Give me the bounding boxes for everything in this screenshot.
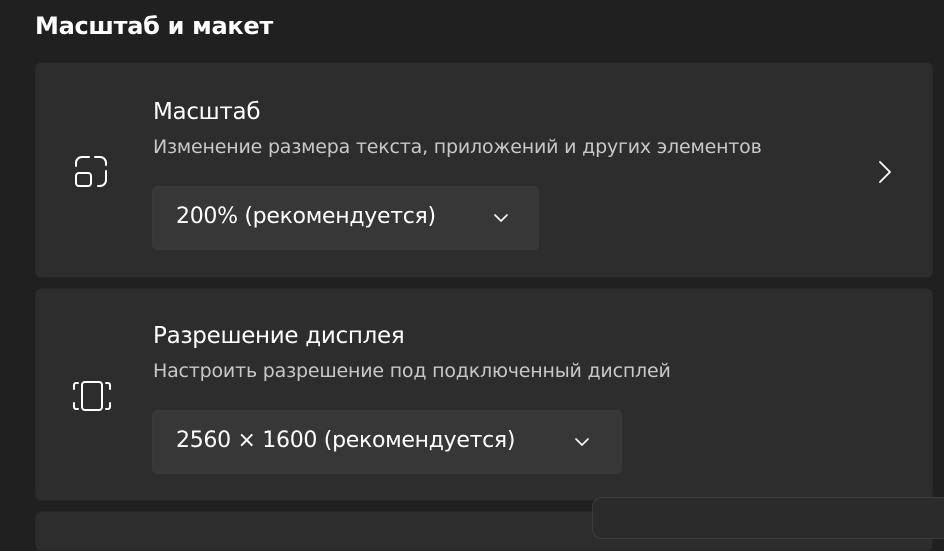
chevron-down-icon — [492, 209, 510, 227]
resolution-dropdown[interactable]: 2560 × 1600 (рекомендуется) — [152, 410, 622, 474]
section-title: Масштаб и макет — [35, 12, 273, 40]
scale-dropdown[interactable]: 200% (рекомендуется) — [152, 186, 539, 250]
display-resolution-card: Разрешение дисплея Настроить разрешение … — [35, 288, 933, 501]
resolution-dropdown-value: 2560 × 1600 (рекомендуется) — [176, 428, 516, 453]
scale-setting-card[interactable]: Масштаб Изменение размера текста, прилож… — [35, 62, 933, 278]
chevron-down-icon — [573, 433, 591, 451]
scale-icon — [72, 152, 112, 192]
resolution-description: Настроить разрешение под подключенный ди… — [153, 360, 671, 382]
flyout-panel — [592, 497, 944, 539]
display-resolution-icon — [72, 376, 112, 416]
scale-dropdown-value: 200% (рекомендуется) — [176, 204, 436, 229]
chevron-right-icon[interactable] — [874, 159, 896, 185]
resolution-title: Разрешение дисплея — [153, 323, 405, 349]
scale-description: Изменение размера текста, приложений и д… — [153, 136, 762, 158]
scale-title: Масштаб — [153, 99, 261, 125]
